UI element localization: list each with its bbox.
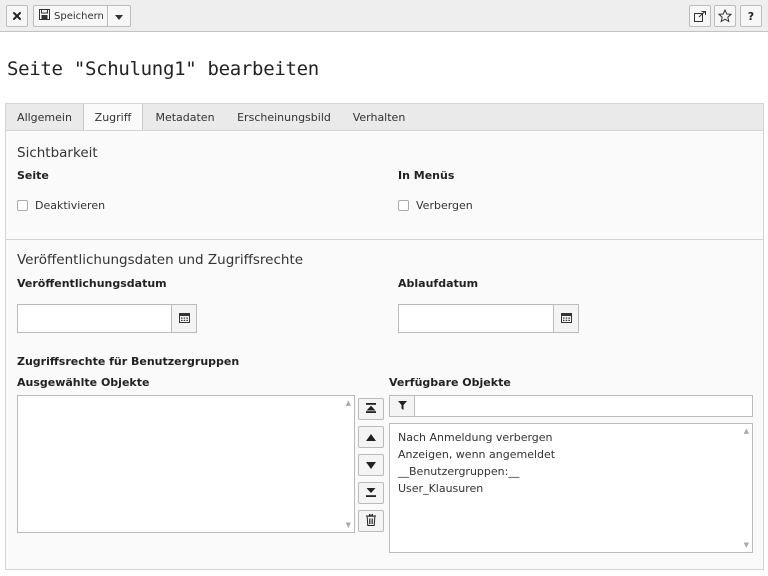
remove-item-button[interactable] bbox=[358, 510, 384, 532]
tab-allgemein[interactable]: Allgemein bbox=[6, 104, 83, 132]
move-up-button[interactable] bbox=[358, 426, 384, 448]
list-item[interactable]: __Benutzergruppen:__ bbox=[398, 465, 519, 478]
arrow-up-icon bbox=[366, 431, 376, 444]
scroll-down-icon[interactable]: ▼ bbox=[744, 541, 749, 549]
move-to-top-button[interactable] bbox=[358, 398, 384, 420]
external-link-icon bbox=[694, 10, 706, 22]
trash-icon bbox=[366, 513, 376, 529]
arrow-down-icon bbox=[366, 459, 376, 472]
hide-in-menu-checkbox[interactable] bbox=[398, 200, 409, 211]
hide-in-menu-checkbox-label: Verbergen bbox=[416, 199, 473, 212]
floppy-disk-icon bbox=[39, 9, 50, 23]
tab-panel-zugriff: Sichtbarkeit Seite In Menüs Deaktivieren… bbox=[5, 130, 764, 570]
save-button[interactable]: Speichern bbox=[34, 6, 109, 26]
caret-down-icon bbox=[115, 10, 124, 23]
tab-verhalten[interactable]: Verhalten bbox=[343, 104, 415, 132]
close-icon bbox=[12, 11, 22, 21]
list-item[interactable]: Anzeigen, wenn angemeldet bbox=[398, 448, 555, 461]
page-title: Seite "Schulung1" bearbeiten bbox=[7, 58, 319, 80]
list-item[interactable]: User_Klausuren bbox=[398, 482, 483, 495]
save-button-group: Speichern bbox=[33, 5, 131, 27]
question-mark-icon: ? bbox=[747, 9, 755, 23]
field-label-selected-items: Ausgewählte Objekte bbox=[17, 376, 150, 389]
open-in-new-window-button[interactable] bbox=[689, 5, 711, 27]
calendar-icon bbox=[178, 312, 190, 326]
disable-checkbox[interactable] bbox=[17, 200, 28, 211]
tab-erscheinungsbild[interactable]: Erscheinungsbild bbox=[227, 104, 341, 132]
calendar-icon bbox=[560, 312, 572, 326]
tab-zugriff[interactable]: Zugriff bbox=[83, 104, 143, 133]
star-icon bbox=[718, 9, 732, 23]
available-items-list[interactable]: Nach Anmeldung verbergen Anzeigen, wenn … bbox=[389, 423, 753, 553]
scroll-down-icon[interactable]: ▼ bbox=[346, 521, 351, 529]
scroll-up-icon[interactable]: ▲ bbox=[744, 427, 749, 435]
publish-date-input[interactable] bbox=[17, 304, 172, 333]
field-label-expire-date: Ablaufdatum bbox=[398, 277, 479, 290]
field-label-page: Seite bbox=[17, 169, 49, 182]
disable-checkbox-row[interactable]: Deaktivieren bbox=[17, 199, 105, 212]
bookmark-button[interactable] bbox=[714, 5, 736, 27]
scroll-up-icon[interactable]: ▲ bbox=[346, 399, 351, 407]
expire-date-picker-button[interactable] bbox=[553, 304, 579, 333]
tab-bar: Allgemein Zugriff Metadaten Erscheinungs… bbox=[5, 103, 764, 133]
tab-metadaten[interactable]: Metadaten bbox=[145, 104, 225, 132]
filter-icon bbox=[397, 400, 407, 413]
move-down-button[interactable] bbox=[358, 454, 384, 476]
field-label-group-access: Zugriffsrechte für Benutzergruppen bbox=[17, 355, 240, 368]
section-title-visibility: Sichtbarkeit bbox=[17, 145, 98, 161]
publish-date-picker-button[interactable] bbox=[171, 304, 197, 333]
list-item[interactable]: Nach Anmeldung verbergen bbox=[398, 431, 553, 444]
section-divider bbox=[6, 239, 763, 240]
move-to-bottom-button[interactable] bbox=[358, 482, 384, 504]
filter-button[interactable] bbox=[389, 395, 415, 417]
selected-items-list[interactable]: ▲ ▼ bbox=[17, 395, 355, 533]
doc-header-toolbar: Speichern ? bbox=[0, 0, 768, 32]
field-label-available-items: Verfügbare Objekte bbox=[389, 376, 511, 389]
help-button[interactable]: ? bbox=[740, 5, 762, 27]
close-button[interactable] bbox=[6, 5, 28, 27]
arrow-to-bottom-icon bbox=[366, 487, 376, 500]
save-button-label: Speichern bbox=[54, 10, 104, 22]
disable-checkbox-label: Deaktivieren bbox=[35, 199, 106, 212]
hide-in-menu-checkbox-row[interactable]: Verbergen bbox=[398, 199, 473, 212]
save-dropdown-button[interactable] bbox=[108, 6, 130, 26]
expire-date-input[interactable] bbox=[398, 304, 554, 333]
arrow-to-top-icon bbox=[366, 402, 376, 416]
section-title-publish: Veröffentlichungsdaten und Zugriffsrecht… bbox=[17, 252, 304, 268]
field-label-in-menus: In Menüs bbox=[398, 169, 455, 182]
field-label-publish-date: Veröffentlichungsdatum bbox=[17, 277, 167, 290]
available-items-filter-input[interactable] bbox=[414, 395, 753, 417]
